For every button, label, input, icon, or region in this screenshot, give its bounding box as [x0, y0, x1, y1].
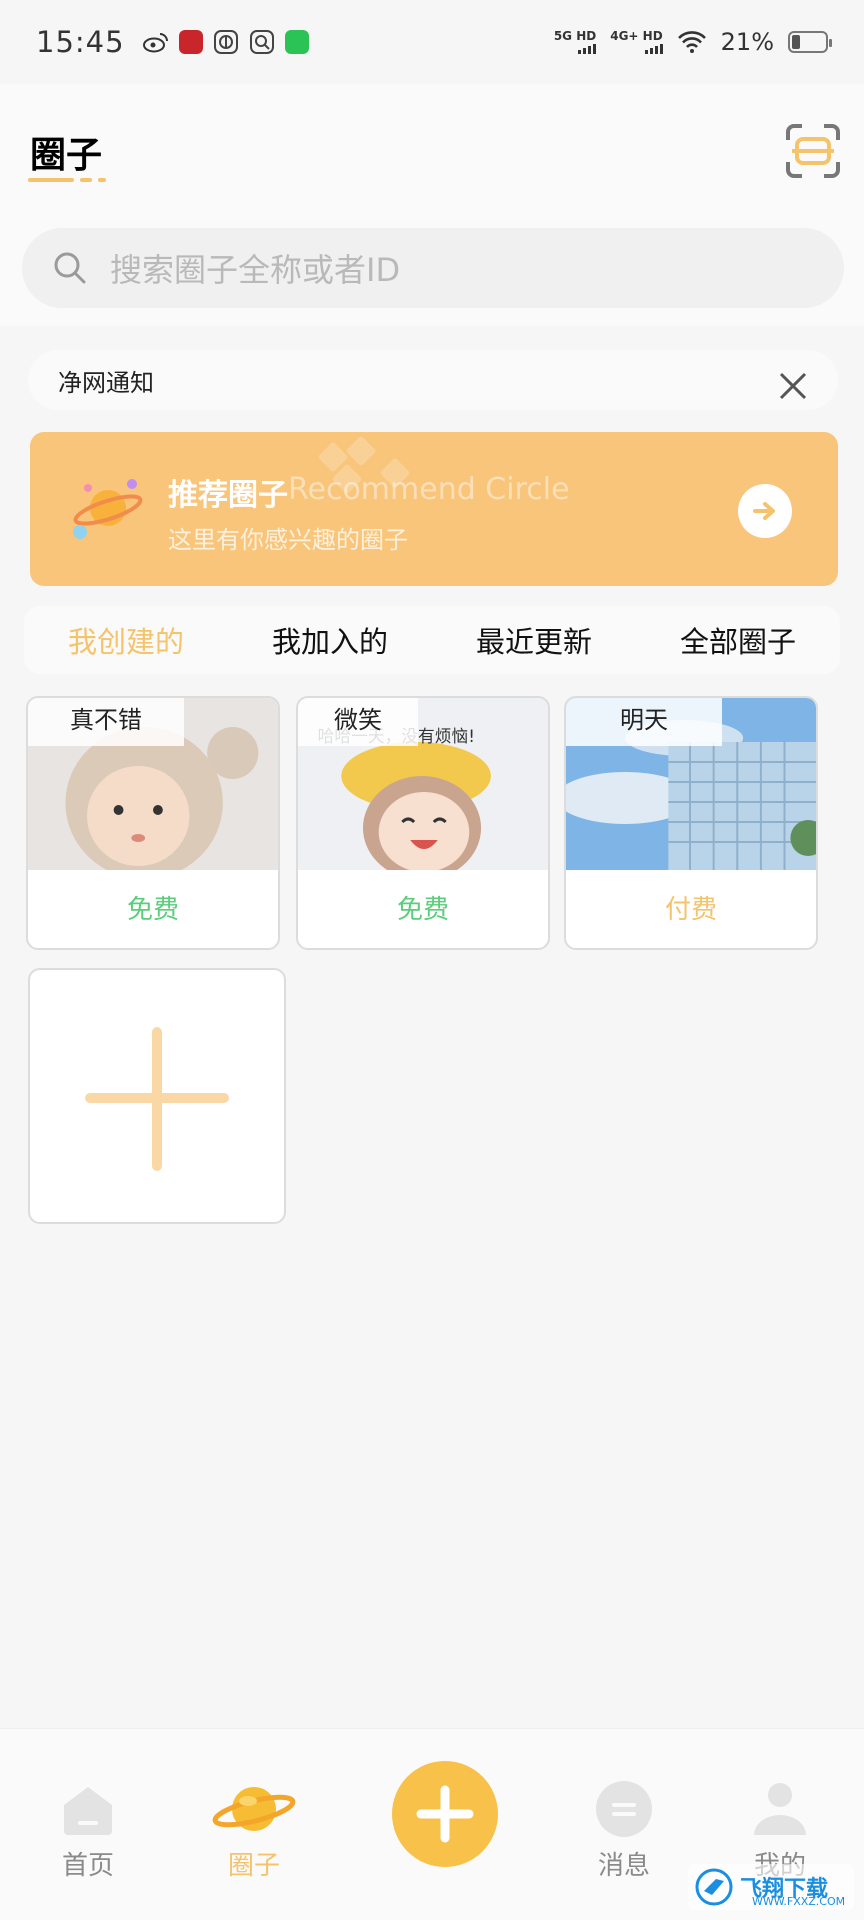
nav-label: 首页 — [61, 1851, 114, 1881]
weibo-icon — [142, 33, 168, 53]
banner-subtitle: 这里有你感兴趣的圈子 — [168, 526, 408, 554]
network-4g-indicator: 4G+ HD — [610, 30, 663, 54]
plus-icon — [416, 1785, 474, 1843]
circle-card[interactable]: 真不错 免费 — [26, 696, 280, 950]
scan-icon — [786, 124, 840, 178]
tab-created[interactable]: 我创建的 — [24, 619, 228, 661]
circle-name: 真不错 — [28, 698, 184, 746]
circle-price: 免费 — [396, 895, 449, 925]
banner-arrow-button[interactable] — [738, 484, 792, 538]
title-underline — [28, 178, 106, 182]
circle-tabs: 我创建的 我加入的 最近更新 全部圈子 — [24, 606, 840, 674]
search-icon — [54, 252, 86, 284]
metro-app-icon — [213, 30, 238, 54]
status-indicators: 5G HD 4G+ HD 21% — [554, 28, 832, 56]
watermark-logo: 飞翔下载 WWW.FXXZ.COM — [688, 1864, 854, 1910]
plus-icon — [85, 1027, 229, 1171]
study-app-icon — [178, 30, 203, 54]
watermark-icon — [695, 1868, 733, 1906]
nav-home[interactable]: 首页 — [28, 1779, 148, 1882]
nav-messages[interactable]: 消息 — [564, 1779, 684, 1882]
header: 圈子 搜索圈子全称或者ID — [0, 84, 864, 326]
circle-name: 微笑 — [298, 698, 418, 746]
circle-price: 免费 — [126, 895, 179, 925]
tab-recent[interactable]: 最近更新 — [432, 619, 636, 661]
page-title: 圈子 — [30, 135, 103, 176]
nav-label: 消息 — [597, 1851, 650, 1881]
close-icon — [779, 372, 807, 400]
scan-button[interactable] — [784, 122, 842, 180]
search-input[interactable]: 搜索圈子全称或者ID — [22, 228, 844, 308]
wifi-icon — [677, 31, 706, 53]
planet-icon — [212, 1779, 296, 1839]
notice-text: 净网通知 — [58, 368, 154, 397]
banner-title-en: Recommend Circle — [288, 472, 570, 507]
circle-card[interactable]: 哈哈一天，没有烦恼! 微笑 免费 — [296, 696, 550, 950]
recommend-circle-banner[interactable]: 推荐圈子 Recommend Circle 这里有你感兴趣的圈子 — [30, 432, 838, 586]
status-bar: 15:45 5G HD 4G+ HD 21% — [0, 0, 864, 84]
nav-circle[interactable]: 圈子 — [194, 1779, 314, 1882]
notice-bar[interactable]: 净网通知 — [28, 350, 838, 410]
search-app-icon — [249, 30, 274, 54]
planet-icon — [73, 479, 143, 539]
circle-card[interactable]: 明天 付费 — [564, 696, 818, 950]
circle-price: 付费 — [664, 895, 717, 925]
watermark-sub: WWW.FXXZ.COM — [752, 1895, 846, 1908]
circle-name: 明天 — [566, 698, 722, 746]
arrow-right-icon — [753, 502, 775, 520]
status-app-icons — [142, 29, 309, 55]
banner-title: 推荐圈子 — [168, 478, 288, 513]
network-5g-indicator: 5G HD — [554, 30, 597, 54]
message-icon — [594, 1779, 654, 1839]
tab-all[interactable]: 全部圈子 — [636, 619, 840, 661]
notice-close-button[interactable] — [778, 365, 808, 400]
create-circle-button[interactable] — [28, 968, 286, 1224]
wechat-icon — [284, 30, 309, 54]
banner-decoration — [345, 435, 377, 467]
tab-joined[interactable]: 我加入的 — [228, 619, 432, 661]
nav-label: 圈子 — [227, 1851, 280, 1881]
publish-button[interactable] — [392, 1761, 498, 1867]
battery-percent: 21% — [720, 28, 774, 56]
search-placeholder: 搜索圈子全称或者ID — [110, 251, 401, 289]
status-time: 15:45 — [36, 25, 125, 59]
battery-icon — [788, 31, 832, 53]
home-icon — [58, 1779, 118, 1839]
profile-icon — [750, 1779, 810, 1839]
